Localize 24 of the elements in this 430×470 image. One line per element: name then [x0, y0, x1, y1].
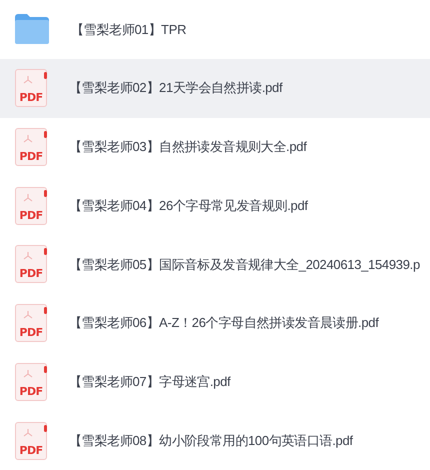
file-name: 【雪梨老师04】26个字母常见发音规则.pdf: [69, 196, 308, 215]
file-name: 【雪梨老师02】21天学会自然拼读.pdf: [69, 79, 282, 98]
file-row[interactable]: PDF 【雪梨老师02】21天学会自然拼读.pdf: [0, 58, 430, 118]
file-row[interactable]: PDF 【雪梨老师06】A-Z！26个字母自然拼读发音晨读册.pdf: [0, 294, 430, 352]
file-name: 【雪梨老师08】幼小阶段常用的100句英语口语.pdf: [69, 432, 353, 450]
pdf-file-icon: PDF: [15, 69, 47, 108]
pdf-file-icon: PDF: [15, 186, 47, 225]
file-name: 【雪梨老师07】字母迷宫.pdf: [69, 373, 230, 392]
file-row[interactable]: PDF 【雪梨老师04】26个字母常见发音规则.pdf: [0, 176, 430, 235]
file-row[interactable]: PDF 【雪梨老师03】自然拼读发音规则大全.pdf: [0, 118, 430, 176]
pdf-file-icon: PDF: [15, 245, 47, 284]
pdf-file-icon: PDF: [15, 362, 47, 401]
pdf-file-icon: PDF: [15, 422, 47, 460]
pdf-file-icon: PDF: [15, 304, 47, 342]
file-row[interactable]: PDF 【雪梨老师07】字母迷宫.pdf: [0, 352, 430, 412]
file-row[interactable]: PDF 【雪梨老师08】幼小阶段常用的100句英语口语.pdf: [0, 411, 430, 470]
folder-icon: [15, 14, 49, 44]
file-name: 【雪梨老师03】自然拼读发音规则大全.pdf: [69, 138, 307, 156]
pdf-file-icon: PDF: [15, 128, 47, 166]
file-name: 【雪梨老师06】A-Z！26个字母自然拼读发音晨读册.pdf: [69, 314, 379, 332]
file-name: 【雪梨老师05】国际音标及发音规律大全_20240613_154939.p: [69, 256, 420, 274]
file-row[interactable]: 【雪梨老师01】TPR: [0, 0, 430, 59]
file-row[interactable]: PDF 【雪梨老师05】国际音标及发音规律大全_20240613_154939.p: [0, 235, 430, 294]
file-name: 【雪梨老师01】TPR: [71, 20, 186, 39]
